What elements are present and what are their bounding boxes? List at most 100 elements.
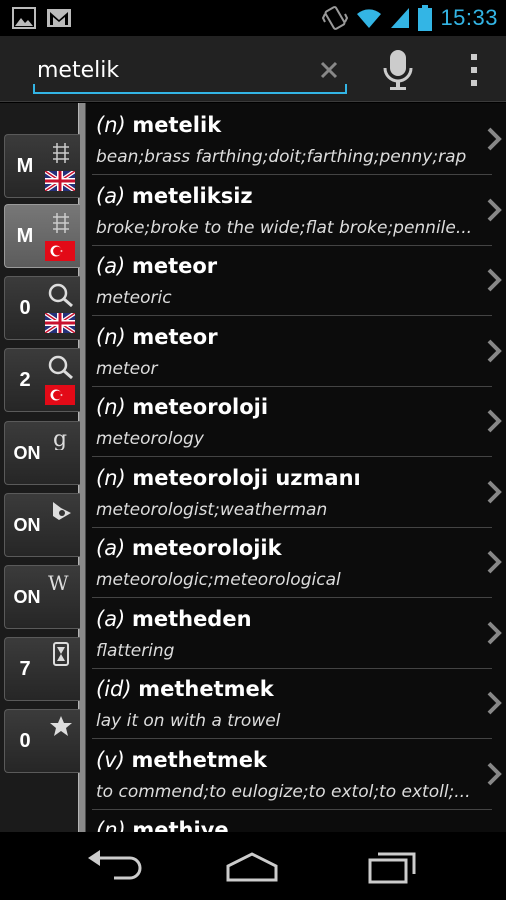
tuning-fork-icon xyxy=(45,141,77,165)
sidebar-button[interactable]: M xyxy=(4,134,80,198)
result-item[interactable]: (a) meteorolojik meteorologic;meteorologi… xyxy=(86,528,506,598)
headword: meteoroloji xyxy=(132,395,269,419)
sidebar-button-label: 7 xyxy=(19,658,31,680)
result-item[interactable]: (a) meteor meteoric xyxy=(86,246,506,316)
tuning-fork-icon xyxy=(45,211,77,235)
bing-icon xyxy=(45,498,77,522)
result-item[interactable]: (n) methiye xyxy=(86,810,506,832)
result-headword: (id) methetmek xyxy=(96,677,274,701)
sidebar-button-label: ON xyxy=(13,443,41,463)
svg-text:W: W xyxy=(48,571,69,594)
result-headword: (n) meteoroloji uzmanı xyxy=(96,466,361,490)
translation: meteorologic;meteorological xyxy=(96,570,341,590)
back-icon[interactable] xyxy=(84,846,144,886)
overflow-menu-icon[interactable] xyxy=(462,50,486,90)
translation: meteorologist;weatherman xyxy=(96,499,328,520)
result-headword: (a) meteliksiz xyxy=(96,184,253,208)
recent-apps-icon[interactable] xyxy=(364,846,424,886)
chevron-right-icon xyxy=(486,125,502,153)
result-headword: (n) meteoroloji xyxy=(96,395,268,419)
result-headword: (n) metelik xyxy=(96,113,221,137)
battery-icon xyxy=(418,5,433,31)
sidebar-button-label: M xyxy=(16,155,34,177)
sidebar-button[interactable]: 0 xyxy=(4,276,80,340)
sidebar-button-label: ON xyxy=(13,515,41,535)
magnifier-icon xyxy=(45,283,77,308)
notification-icons xyxy=(12,7,72,29)
action-bar xyxy=(0,36,506,102)
sidebar-button[interactable]: 2 xyxy=(4,348,80,412)
headword: meteoroloji uzmanı xyxy=(132,465,361,490)
result-list[interactable]: (n) metelik bean;brass farthing;doit;fart… xyxy=(86,103,506,832)
google-icon: g xyxy=(45,426,77,452)
sidebar-button[interactable]: ON g xyxy=(4,421,80,485)
part-of-speech: (id) xyxy=(96,677,132,701)
result-item[interactable]: (n) meteoroloji meteorology xyxy=(86,387,506,457)
sidebar-button-label: 0 xyxy=(19,297,31,319)
part-of-speech: (a) xyxy=(96,183,126,208)
chevron-right-icon xyxy=(486,548,502,576)
uk-flag-icon xyxy=(43,169,77,193)
chevron-right-icon xyxy=(486,689,502,717)
sidebar-button[interactable]: 7 xyxy=(4,637,80,701)
clock: 15:33 xyxy=(440,5,498,30)
result-item[interactable]: (a) meteliksiz broke;broke to the wide;fl… xyxy=(86,176,506,246)
sidebar-button-label: 2 xyxy=(19,369,31,391)
sidebar-button-label: ON xyxy=(13,587,41,607)
result-headword: (v) methetmek xyxy=(96,748,267,772)
chevron-right-icon xyxy=(486,478,502,506)
signal-icon xyxy=(391,8,410,28)
search-box[interactable] xyxy=(33,48,347,94)
translation: flattering xyxy=(96,640,175,661)
translation: meteorology xyxy=(96,429,204,449)
part-of-speech: (n) xyxy=(96,395,126,419)
result-item[interactable]: (n) meteor meteor xyxy=(86,317,506,387)
magnifier-icon xyxy=(45,355,77,380)
part-of-speech: (v) xyxy=(96,747,125,772)
headword: metelik xyxy=(132,113,222,137)
chevron-right-icon xyxy=(486,760,502,788)
part-of-speech: (n) xyxy=(96,465,126,490)
vibrate-icon xyxy=(322,6,349,30)
sidebar-button[interactable]: 0 xyxy=(4,709,80,773)
result-item[interactable]: (n) metelik bean;brass farthing;doit;fart… xyxy=(86,105,506,175)
sidebar-button-label: 0 xyxy=(19,730,31,752)
sidebar-button[interactable]: ON xyxy=(4,493,80,557)
wikipedia-icon: W xyxy=(45,570,77,595)
headword: methetmek xyxy=(138,677,274,701)
translation: to commend;to eulogize;to extol;to extol… xyxy=(96,781,471,802)
translation: broke;broke to the wide;flat broke;penni… xyxy=(96,217,473,238)
svg-text:g: g xyxy=(53,427,67,450)
gmail-icon xyxy=(47,9,71,27)
sidebar-button[interactable]: M xyxy=(4,204,80,268)
sidebar-button[interactable]: ON W xyxy=(4,565,80,629)
search-input[interactable] xyxy=(37,54,307,86)
part-of-speech: (a) xyxy=(96,254,126,278)
result-item[interactable]: (a) metheden flattering xyxy=(86,599,506,669)
result-headword: (a) metheden xyxy=(96,607,252,631)
translation: lay it on with a trowel xyxy=(96,711,281,731)
home-icon[interactable] xyxy=(222,846,282,886)
hourglass-icon xyxy=(45,642,77,666)
translation: meteoric xyxy=(96,288,172,308)
result-headword: (a) meteor xyxy=(96,254,217,278)
turkey-flag-icon xyxy=(45,241,75,261)
chevron-right-icon xyxy=(486,196,502,224)
headword: metheden xyxy=(131,606,252,631)
part-of-speech: (n) xyxy=(96,818,126,832)
result-item[interactable]: (n) meteoroloji uzmanı meteorologist;weat… xyxy=(86,458,506,528)
chevron-right-icon xyxy=(486,337,502,365)
chevron-right-icon xyxy=(486,266,502,294)
chevron-right-icon xyxy=(486,619,502,647)
result-headword: (a) meteorolojik xyxy=(96,536,282,560)
turkey-flag-icon xyxy=(45,385,75,405)
sidebar: M M 0 2 ON g ON ON W 7 0 xyxy=(0,103,86,832)
result-item[interactable]: (v) methetmek to commend;to eulogize;to e… xyxy=(86,740,506,810)
translation: meteor xyxy=(96,358,158,379)
result-headword: (n) methiye xyxy=(96,818,229,832)
headword: meteor xyxy=(132,324,218,349)
clear-icon[interactable] xyxy=(315,56,343,84)
headword: methiye xyxy=(132,818,229,832)
result-item[interactable]: (id) methetmek lay it on with a trowel xyxy=(86,669,506,739)
microphone-icon[interactable] xyxy=(380,48,416,92)
